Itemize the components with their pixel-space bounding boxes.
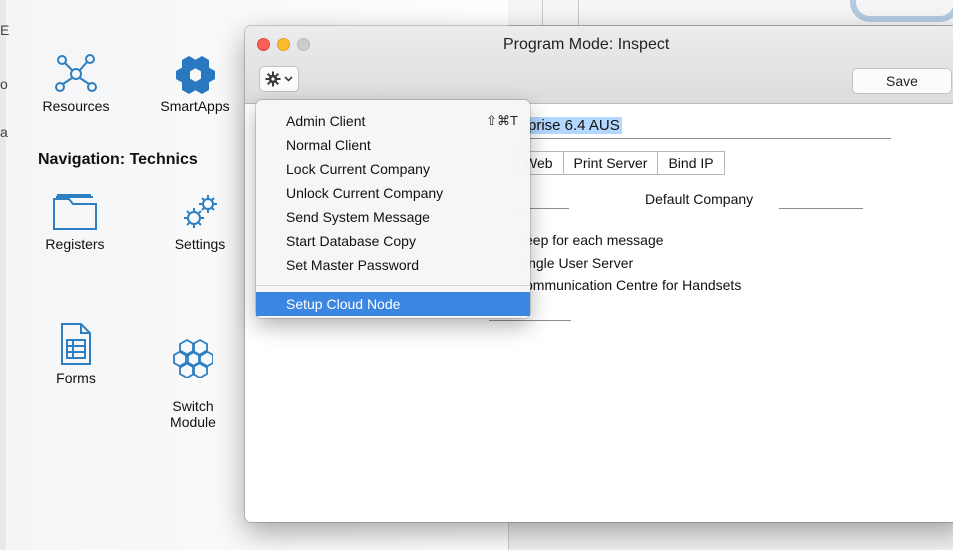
default-company-label: Default Company xyxy=(645,191,754,207)
nav-item-forms[interactable]: Forms xyxy=(46,322,106,386)
hexagon-cluster-icon xyxy=(176,56,215,94)
zoom-button[interactable] xyxy=(297,38,310,51)
menu-item-label: Admin Client xyxy=(286,113,366,129)
menu-item-master-password[interactable]: Set Master Password xyxy=(256,253,530,277)
gears-icon xyxy=(184,195,217,228)
nav-item-resources[interactable]: Resources xyxy=(40,54,112,114)
nav-label: Registers xyxy=(45,236,105,252)
menu-item-label: Normal Client xyxy=(286,137,371,153)
save-button[interactable]: Save xyxy=(852,68,952,94)
menu-item-label: Send System Message xyxy=(286,209,430,225)
minimize-button[interactable] xyxy=(277,38,290,51)
hexagon-outline-icon xyxy=(173,338,213,378)
menu-item-send-message[interactable]: Send System Message xyxy=(256,205,530,229)
nav-item-settings[interactable]: Settings xyxy=(160,192,240,252)
nav-item-switch-module[interactable]: Switch Module xyxy=(160,322,226,430)
actions-menu-button[interactable] xyxy=(259,66,299,92)
option-single-user-server[interactable]: ingle User Server xyxy=(525,255,633,271)
menu-item-label: Start Database Copy xyxy=(286,233,416,249)
nav-label: Switch Module xyxy=(170,398,216,430)
edge-char: o xyxy=(0,76,8,92)
menu-item-setup-cloud-node[interactable]: Setup Cloud Node xyxy=(256,292,530,316)
window-title: Program Mode: Inspect xyxy=(503,36,670,53)
menu-item-label: Set Master Password xyxy=(286,257,420,273)
nav-item-registers[interactable]: Registers xyxy=(40,192,110,252)
menu-separator xyxy=(256,285,530,286)
folder-icon xyxy=(53,194,97,230)
toolbar-divider xyxy=(578,0,579,26)
close-button[interactable] xyxy=(257,38,270,51)
company-name-field[interactable]: rprise 6.4 AUS xyxy=(521,117,891,139)
actions-dropdown-menu: Admin Client ⇧⌘T Normal Client Lock Curr… xyxy=(256,100,530,318)
company-name-selection: rprise 6.4 AUS xyxy=(521,117,622,134)
option-communication-centre[interactable]: ommunication Centre for Handsets xyxy=(525,277,741,293)
edge-char: a xyxy=(0,124,8,140)
default-company-field[interactable] xyxy=(779,208,863,209)
menu-item-unlock-company[interactable]: Unlock Current Company xyxy=(256,181,530,205)
network-nodes-icon xyxy=(55,54,97,92)
menu-item-label: Lock Current Company xyxy=(286,161,430,177)
brand-logo xyxy=(850,0,953,22)
field-underline[interactable] xyxy=(489,320,571,321)
nav-item-smartapps[interactable]: SmartApps xyxy=(152,54,238,114)
toolbar-divider xyxy=(542,0,543,26)
menu-item-label: Unlock Current Company xyxy=(286,185,444,201)
nav-label: Resources xyxy=(42,98,110,114)
form-document-icon xyxy=(61,323,91,365)
gear-icon xyxy=(265,71,281,87)
tab-print-server[interactable]: Print Server xyxy=(563,151,659,175)
nav-label: Forms xyxy=(56,370,96,386)
title-bar: Program Mode: Inspect Save xyxy=(245,26,953,104)
option-beep-each-message[interactable]: eep for each message xyxy=(525,232,664,248)
tab-bind-ip[interactable]: Bind IP xyxy=(658,151,725,175)
menu-item-admin-client[interactable]: Admin Client ⇧⌘T xyxy=(256,109,530,133)
nav-label: SmartApps xyxy=(160,98,230,114)
edge-char: E xyxy=(0,22,10,38)
menu-item-lock-company[interactable]: Lock Current Company xyxy=(256,157,530,181)
menu-item-normal-client[interactable]: Normal Client xyxy=(256,133,530,157)
tab-bar: Web Print Server Bind IP xyxy=(513,151,725,175)
menu-shortcut: ⇧⌘T xyxy=(486,113,518,128)
navigation-heading: Navigation: Technics xyxy=(38,151,198,168)
chevron-down-icon xyxy=(284,76,293,82)
menu-item-label: Setup Cloud Node xyxy=(286,296,401,312)
nav-label: Settings xyxy=(174,236,226,252)
menu-item-database-copy[interactable]: Start Database Copy xyxy=(256,229,530,253)
